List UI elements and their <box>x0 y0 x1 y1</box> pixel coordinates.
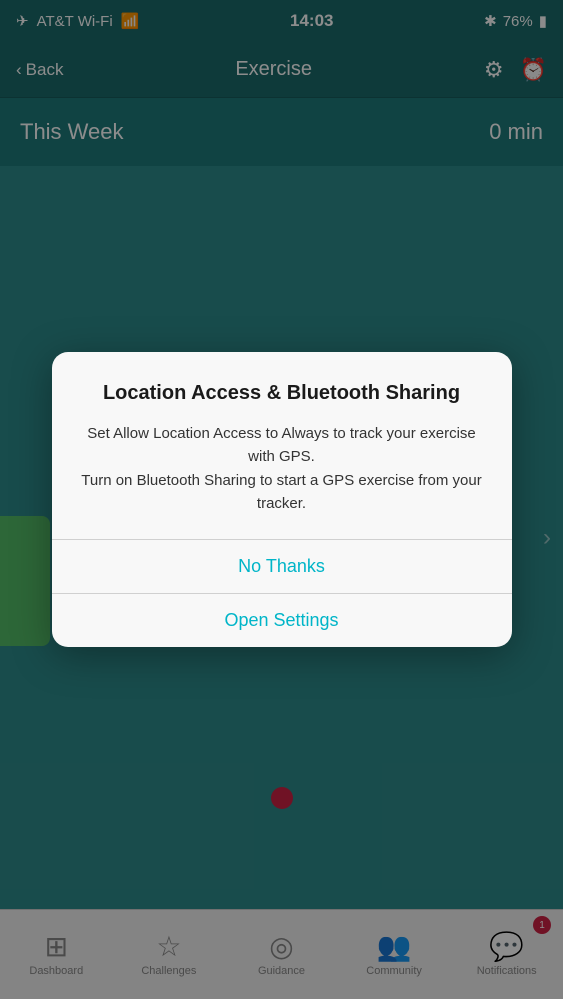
location-dialog: Location Access & Bluetooth Sharing Set … <box>52 352 512 647</box>
no-thanks-button[interactable]: No Thanks <box>52 540 512 593</box>
dialog-content: Location Access & Bluetooth Sharing Set … <box>52 352 512 539</box>
open-settings-button[interactable]: Open Settings <box>52 594 512 647</box>
dialog-message: Set Allow Location Access to Always to t… <box>80 422 484 515</box>
modal-overlay: Location Access & Bluetooth Sharing Set … <box>0 0 563 999</box>
dialog-title: Location Access & Bluetooth Sharing <box>80 380 484 406</box>
